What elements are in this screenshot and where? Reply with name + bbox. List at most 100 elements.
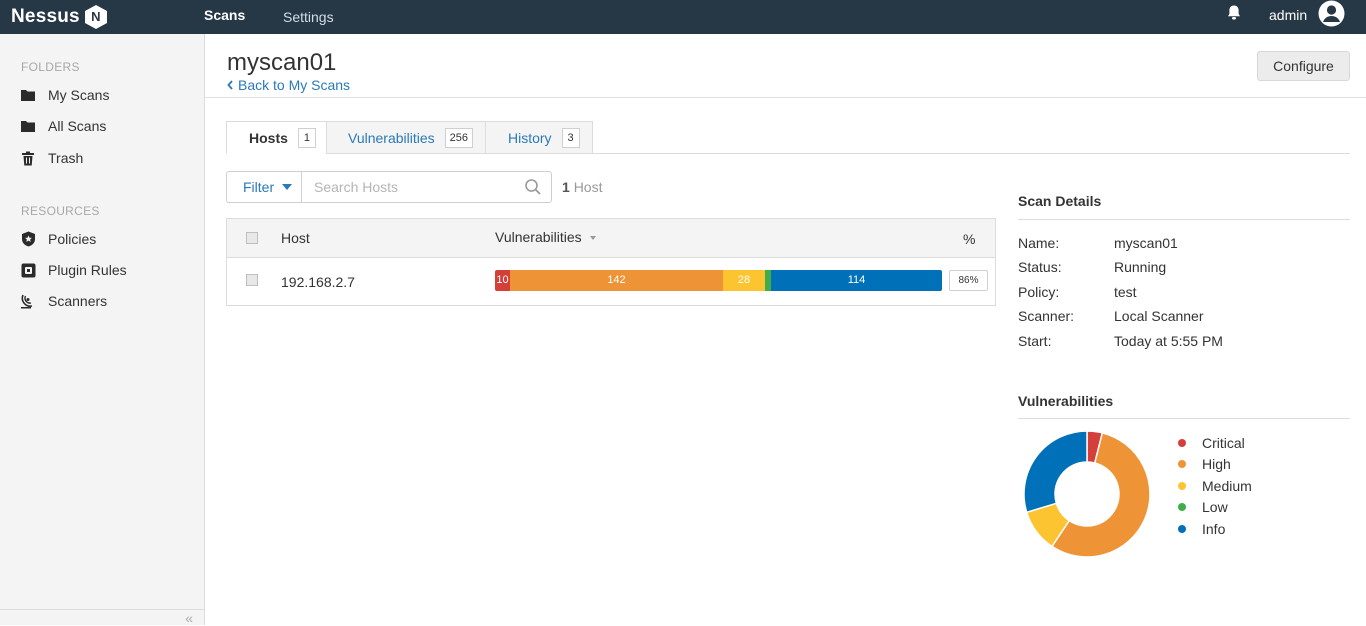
- double-chevron-left-icon: «: [185, 610, 193, 626]
- select-all-checkbox[interactable]: [246, 232, 258, 244]
- hosts-table: Host Vulnerabilities % 192.168.2.7 10 142…: [226, 218, 996, 306]
- detail-key: Start:: [1018, 333, 1052, 349]
- legend-label: Medium: [1202, 477, 1252, 494]
- detail-value: Today at 5:55 PM: [1114, 333, 1223, 349]
- tab-count-badge: 3: [561, 127, 580, 148]
- trash-icon: [20, 150, 36, 166]
- scan-details-divider: [1018, 219, 1350, 220]
- sidebar-item-plugin-rules[interactable]: Plugin Rules: [20, 259, 127, 281]
- bar-segment-high[interactable]: 142: [510, 270, 723, 291]
- legend-item-medium[interactable]: Medium: [1178, 475, 1252, 497]
- vulnerability-bar[interactable]: 10 142 28 114: [495, 270, 942, 291]
- sidebar-item-label: Scanners: [48, 293, 108, 309]
- column-header-percent[interactable]: %: [963, 231, 975, 247]
- legend-swatch: [1178, 460, 1186, 469]
- sidebar-item-my-scans[interactable]: My Scans: [20, 84, 109, 106]
- filter-dropdown-button[interactable]: Filter: [226, 171, 302, 203]
- legend-label: Low: [1202, 499, 1228, 516]
- host-count-number: 1: [562, 179, 570, 195]
- header-divider: [205, 97, 1366, 98]
- page-title: myscan01: [227, 49, 337, 76]
- bell-icon[interactable]: [1225, 4, 1243, 22]
- shield-icon: [20, 231, 36, 247]
- folder-icon: [20, 87, 36, 103]
- legend-label: Critical: [1202, 434, 1245, 451]
- tab-label: Vulnerabilities: [348, 129, 435, 146]
- sidebar-item-label: All Scans: [48, 118, 107, 134]
- legend-label: Info: [1202, 520, 1226, 537]
- legend-swatch: [1178, 438, 1186, 447]
- brand-name: Nessus: [11, 6, 80, 27]
- host-cell[interactable]: 192.168.2.7: [281, 274, 355, 290]
- legend-swatch: [1178, 524, 1186, 533]
- sidebar-item-all-scans[interactable]: All Scans: [20, 115, 106, 137]
- table-header: Host Vulnerabilities %: [227, 219, 995, 258]
- legend-item-info[interactable]: Info: [1178, 518, 1252, 540]
- chevron-left-icon: [227, 80, 233, 90]
- legend-label: High: [1202, 456, 1231, 473]
- legend-item-critical[interactable]: Critical: [1178, 432, 1252, 454]
- bar-segment-info[interactable]: 114: [771, 270, 942, 291]
- bar-segment-medium[interactable]: 28: [723, 270, 765, 291]
- sidebar-item-trash[interactable]: Trash: [20, 147, 83, 169]
- tab-label: Hosts: [249, 129, 288, 146]
- resources-heading: RESOURCES: [21, 204, 100, 218]
- legend-swatch: [1178, 503, 1186, 512]
- configure-button[interactable]: Configure: [1257, 51, 1350, 81]
- detail-value: myscan01: [1114, 235, 1178, 251]
- column-header-label: Vulnerabilities: [495, 229, 582, 245]
- sidebar-item-label: Trash: [48, 150, 84, 166]
- nav-settings[interactable]: Settings: [283, 2, 334, 36]
- sidebar-collapse-button[interactable]: «: [0, 609, 205, 626]
- donut-slice-info[interactable]: [1023, 430, 1088, 514]
- search-icon[interactable]: [524, 178, 542, 196]
- detail-key: Policy:: [1018, 284, 1060, 300]
- scan-details-heading: Scan Details: [1018, 193, 1102, 209]
- sidebar-item-policies[interactable]: Policies: [20, 228, 96, 250]
- user-name[interactable]: admin: [1269, 0, 1307, 30]
- host-count: 1 Host: [562, 179, 602, 195]
- column-header-host[interactable]: Host: [281, 230, 310, 246]
- sidebar-item-label: My Scans: [48, 87, 110, 103]
- sidebar-item-scanners[interactable]: Scanners: [20, 290, 107, 312]
- tab-vulnerabilities[interactable]: Vulnerabilities 256: [326, 121, 486, 154]
- tab-hosts[interactable]: Hosts 1: [226, 121, 327, 154]
- detail-value: Running: [1114, 259, 1167, 275]
- chart-legend: Critical High Medium Low Info: [1178, 432, 1252, 540]
- sidebar-item-label: Plugin Rules: [48, 262, 127, 278]
- sidebar: FOLDERS My Scans All Scans Trash RESOURC…: [0, 34, 205, 626]
- row-checkbox[interactable]: [246, 274, 258, 286]
- legend-swatch: [1178, 481, 1186, 490]
- folder-icon: [20, 118, 36, 134]
- nessus-logo[interactable]: Nessus N: [11, 3, 109, 31]
- host-count-label: Host: [573, 179, 603, 195]
- tab-label: History: [508, 129, 552, 146]
- tab-count-badge: 256: [444, 127, 473, 148]
- legend-item-high[interactable]: High: [1178, 454, 1252, 476]
- brand-hexagon-icon: N: [83, 4, 109, 30]
- user-avatar-icon[interactable]: [1318, 0, 1345, 27]
- detail-value: test: [1114, 284, 1137, 300]
- legend-item-low[interactable]: Low: [1178, 497, 1252, 519]
- back-link-label: Back to My Scans: [238, 77, 351, 93]
- tab-count-badge: 1: [297, 127, 316, 148]
- column-header-vulnerabilities[interactable]: Vulnerabilities: [495, 229, 596, 245]
- tab-history[interactable]: History 3: [485, 121, 593, 154]
- detail-key: Scanner:: [1018, 308, 1075, 324]
- top-bar: Nessus N Scans Settings admin: [0, 0, 1366, 34]
- plugin-icon: [20, 262, 36, 278]
- back-link[interactable]: Back to My Scans: [227, 77, 350, 93]
- sidebar-item-label: Policies: [48, 231, 97, 247]
- brand-badge: N: [91, 9, 101, 24]
- nav-scans[interactable]: Scans: [204, 0, 245, 34]
- sort-down-icon: [589, 236, 596, 241]
- detail-key: Status:: [1018, 259, 1062, 275]
- detail-value: Local Scanner: [1114, 308, 1204, 324]
- vulnerabilities-chart-divider: [1018, 418, 1350, 419]
- folders-heading: FOLDERS: [21, 60, 80, 74]
- search-hosts-input[interactable]: [302, 171, 552, 203]
- filter-label: Filter: [243, 179, 275, 195]
- vulnerabilities-donut-chart[interactable]: [1023, 430, 1151, 558]
- caret-down-icon: [282, 184, 293, 190]
- bar-segment-critical[interactable]: 10: [495, 270, 510, 291]
